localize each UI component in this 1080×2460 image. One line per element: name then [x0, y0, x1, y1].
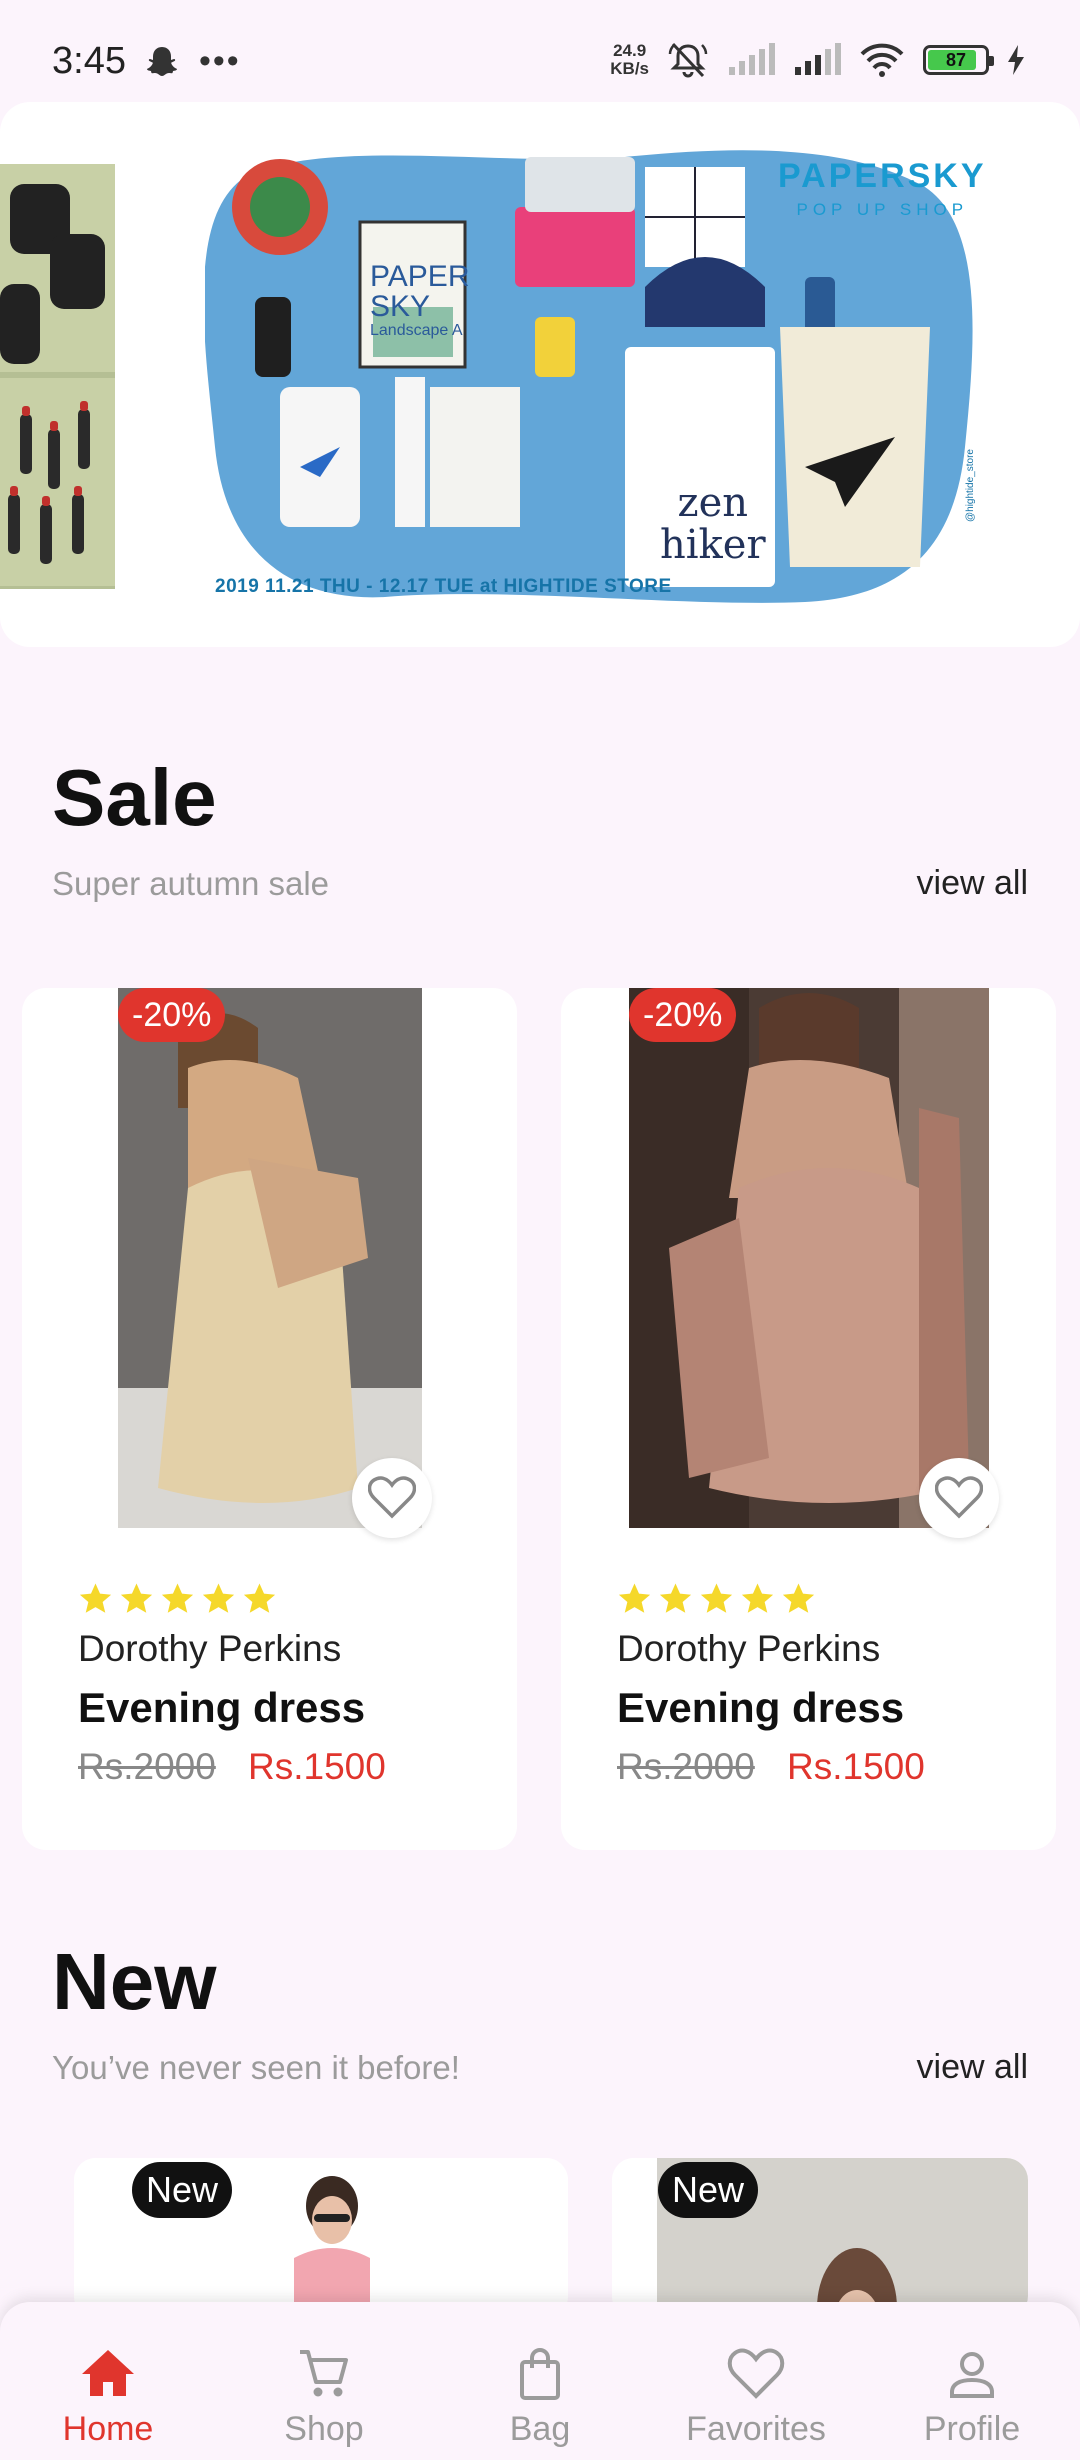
- product-card[interactable]: -20% Dorothy Perkins Evening dress Rs.20…: [561, 988, 1056, 1850]
- star-icon: [79, 1583, 112, 1613]
- net-speed: 24.9 KB/s: [610, 42, 649, 78]
- new-product-card[interactable]: New: [612, 2158, 1028, 2318]
- sale-view-all-link[interactable]: view all: [917, 864, 1028, 903]
- bottom-nav: Home Shop Bag Favorites Profile: [0, 2302, 1080, 2460]
- banner-shirt-text: zen hiker: [660, 482, 766, 566]
- new-badge: New: [658, 2162, 759, 2218]
- banner-side-text: @hightide_store: [965, 449, 976, 522]
- rating-stars: [617, 1582, 816, 1617]
- star-icon: [659, 1583, 692, 1613]
- new-view-all-link[interactable]: view all: [917, 2048, 1028, 2087]
- nav-label-shop: Shop: [284, 2410, 364, 2448]
- banner-brand-subtitle: POP UP SHOP: [796, 200, 969, 219]
- favorite-button[interactable]: [352, 1458, 432, 1538]
- battery-level: 87: [945, 49, 967, 70]
- discount-badge: -20%: [629, 988, 737, 1042]
- new-title: New: [52, 1937, 217, 2026]
- new-badge: New: [132, 2162, 233, 2218]
- banner-brand-name: PAPERSKY: [778, 157, 987, 195]
- status-bar: 3:45 ••• 24.9 KB/s 87: [0, 0, 1080, 100]
- nav-label-profile: Profile: [923, 2410, 1021, 2448]
- banner-shirt-text-2: hiker: [660, 522, 766, 568]
- banner-book-title: PAPER SKY: [370, 260, 470, 323]
- sale-title: Sale: [52, 753, 217, 842]
- sale-subtitle: Super autumn sale: [52, 865, 330, 902]
- nav-label-home: Home: [62, 2410, 154, 2448]
- cart-icon: [300, 2350, 348, 2397]
- nav-item-bag[interactable]: Bag: [432, 2302, 648, 2460]
- favorite-button[interactable]: [919, 1458, 999, 1538]
- status-left-icons: •••: [145, 44, 241, 78]
- product-brand: Dorothy Perkins: [78, 1628, 342, 1669]
- product-name: Evening dress: [78, 1684, 366, 1731]
- product-card[interactable]: -20% Dorothy Perkins Evening dress Rs.20…: [22, 988, 517, 1850]
- nav-item-profile[interactable]: Profile: [864, 2302, 1080, 2460]
- star-icon: [700, 1583, 733, 1613]
- battery-icon: 87: [923, 45, 994, 75]
- status-time: 3:45: [52, 40, 126, 82]
- bell-muted-icon: [668, 42, 708, 78]
- heart-icon: [935, 1476, 983, 1519]
- banner-book-sub: Landscape A: [370, 322, 463, 339]
- net-speed-value: 24.9: [613, 41, 647, 60]
- banner-shirt-text-1: zen: [677, 480, 749, 526]
- nav-item-home[interactable]: Home: [0, 2302, 216, 2460]
- net-speed-unit: KB/s: [610, 59, 649, 78]
- star-icon: [741, 1583, 774, 1613]
- nav-item-favorites[interactable]: Favorites: [648, 2302, 864, 2460]
- product-name: Evening dress: [617, 1684, 905, 1731]
- dress-photo: [629, 988, 989, 1528]
- product-price: Rs.1500: [787, 1746, 925, 1787]
- rating-stars: [78, 1582, 277, 1617]
- charging-icon: [1008, 45, 1024, 75]
- signal-icon: [729, 43, 775, 75]
- signal-icon-2: [795, 43, 841, 75]
- promo-banner[interactable]: PAPER SKY Landscape A zen hiker PAPERSKY…: [0, 102, 1080, 647]
- star-icon: [782, 1583, 815, 1613]
- nav-item-shop[interactable]: Shop: [216, 2302, 432, 2460]
- home-icon: [82, 2350, 134, 2396]
- heart-icon: [727, 2348, 785, 2399]
- wifi-icon: [860, 43, 904, 77]
- product-price: Rs.1500: [248, 1746, 386, 1787]
- banner-date: 2019 11.21 THU - 12.17 TUE at HIGHTIDE S…: [215, 576, 672, 597]
- product-old-price: Rs.2000: [78, 1746, 216, 1787]
- product-old-price: Rs.2000: [617, 1746, 755, 1787]
- star-icon: [161, 1583, 194, 1613]
- star-icon: [618, 1583, 651, 1613]
- banner-book: PAPER SKY Landscape A: [370, 262, 475, 340]
- profile-icon: [950, 2352, 994, 2398]
- product-brand: Dorothy Perkins: [617, 1628, 881, 1669]
- new-subtitle: You’ve never seen it before!: [52, 2049, 460, 2086]
- product-image[interactable]: [629, 988, 989, 1528]
- discount-badge: -20%: [118, 988, 226, 1042]
- status-right-icons: 24.9 KB/s 87: [610, 40, 1025, 80]
- bag-icon: [520, 2348, 560, 2400]
- star-icon: [120, 1583, 153, 1613]
- nav-label-bag: Bag: [509, 2410, 571, 2448]
- dress-photo: [118, 988, 422, 1528]
- snapchat-icon: [146, 47, 178, 76]
- star-icon: [243, 1583, 276, 1613]
- heart-icon: [368, 1476, 416, 1519]
- star-icon: [202, 1583, 235, 1613]
- nav-label-favorites: Favorites: [686, 2410, 826, 2448]
- product-image[interactable]: [118, 988, 422, 1528]
- more-indicator: •••: [199, 42, 241, 80]
- banner-brand: PAPERSKY POP UP SHOP: [778, 157, 987, 220]
- banner-prev-slide: [0, 164, 115, 589]
- new-product-card[interactable]: New: [74, 2158, 568, 2318]
